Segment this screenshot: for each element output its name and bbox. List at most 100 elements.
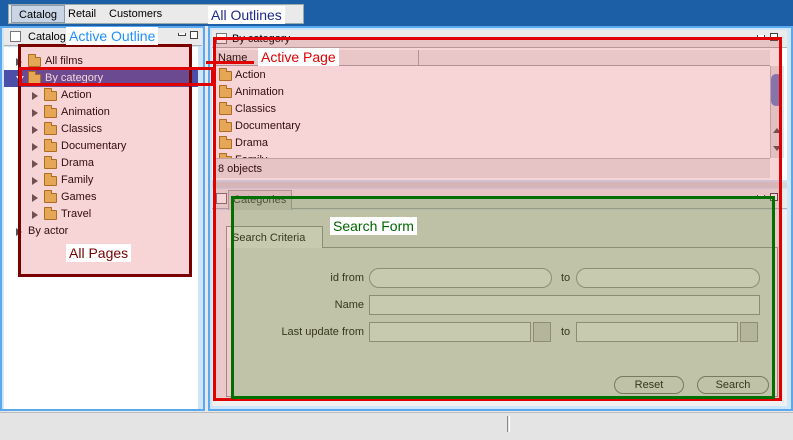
tree-item[interactable]: Games — [4, 189, 198, 206]
outline-pane-title: Catalog — [28, 31, 66, 43]
tree-item[interactable]: By category — [4, 70, 198, 87]
tab-search-criteria[interactable]: Search Criteria — [226, 226, 323, 248]
chevron-down-icon[interactable] — [16, 76, 24, 82]
all-pages-label: All Pages — [66, 244, 132, 262]
tree-item-label: Travel — [61, 208, 92, 220]
last-update-from-input[interactable] — [369, 322, 531, 342]
tree-item[interactable]: Classics — [4, 121, 198, 138]
list-item-label: Action — [235, 69, 266, 81]
folder-icon — [219, 119, 232, 132]
active-outline-label: Active Outline — [66, 27, 159, 45]
status-bar: 8 objects — [214, 158, 770, 178]
id-from-input[interactable] — [369, 268, 552, 288]
folder-icon — [219, 136, 232, 149]
column-separator[interactable] — [418, 50, 419, 66]
minimize-icon[interactable] — [757, 195, 765, 198]
chevron-right-icon[interactable] — [32, 109, 38, 117]
chevron-right-icon[interactable] — [32, 177, 38, 185]
calendar-icon[interactable] — [740, 322, 758, 342]
chevron-right-icon[interactable] — [32, 143, 38, 151]
maximize-icon[interactable] — [770, 33, 778, 41]
minimize-icon[interactable] — [757, 35, 765, 38]
list-item[interactable]: Action — [214, 67, 770, 84]
id-to-label: to — [561, 272, 571, 284]
folder-icon — [219, 68, 232, 81]
navigation-tree[interactable]: All films By category Action Animation Class… — [4, 47, 198, 409]
tree-item[interactable]: Travel — [4, 206, 198, 223]
tree-item-label: Drama — [61, 157, 95, 169]
list-item[interactable]: Documentary — [214, 118, 770, 135]
tree-item-label: Family — [61, 174, 94, 186]
folder-icon — [44, 88, 57, 101]
search-form-label: Search Form — [330, 217, 417, 235]
list-item-label: Documentary — [235, 120, 301, 132]
last-update-from-label: Last update from — [281, 326, 364, 338]
maximize-icon[interactable] — [190, 31, 198, 39]
tree-item[interactable]: Family — [4, 172, 198, 189]
list-item[interactable]: Animation — [214, 84, 770, 101]
window-icon — [216, 193, 227, 204]
scroll-thumb[interactable] — [771, 74, 782, 106]
tree-item-label: All films — [45, 55, 83, 67]
folder-icon — [44, 190, 57, 203]
folder-icon — [44, 139, 57, 152]
tab-retail[interactable]: Retail — [68, 5, 96, 23]
column-header-name: Name — [218, 52, 248, 64]
window-icon — [10, 31, 21, 42]
id-to-input[interactable] — [576, 268, 760, 288]
tab-catalog[interactable]: Catalog — [11, 5, 65, 23]
tree-item[interactable]: By actor — [4, 223, 198, 240]
tree-item[interactable]: Animation — [4, 104, 198, 121]
maximize-icon[interactable] — [770, 193, 778, 201]
list-panel-title: By category — [232, 33, 291, 45]
folder-icon — [44, 207, 57, 220]
list-item[interactable]: Drama — [214, 135, 770, 152]
calendar-icon[interactable] — [533, 322, 551, 342]
tree-item[interactable]: Action — [4, 87, 198, 104]
id-from-label: id from — [330, 272, 364, 284]
folder-icon — [44, 105, 57, 118]
folder-icon — [28, 71, 41, 84]
reset-button[interactable]: Reset — [614, 376, 684, 394]
folder-icon — [44, 156, 57, 169]
tree-item-label: By actor — [28, 225, 69, 237]
folder-icon — [44, 173, 57, 186]
tree-item[interactable]: All films — [4, 53, 198, 70]
minimize-icon[interactable] — [178, 33, 186, 36]
name-input[interactable] — [369, 295, 760, 315]
tree-item[interactable]: Drama — [4, 155, 198, 172]
tree-item-label: Games — [61, 191, 97, 203]
tree-item-label: By category — [45, 72, 104, 84]
tab-categories[interactable]: Categories — [228, 190, 292, 210]
list-item-label: Classics — [235, 103, 276, 115]
chevron-right-icon[interactable] — [32, 126, 38, 134]
tree-item-label: Documentary — [61, 140, 127, 152]
tree-item[interactable]: Documentary — [4, 138, 198, 155]
chevron-right-icon[interactable] — [32, 194, 38, 202]
last-update-to-input[interactable] — [576, 322, 738, 342]
folder-icon — [28, 54, 41, 67]
list-item-label: Animation — [235, 86, 284, 98]
all-outlines-label: All Outlines — [208, 6, 285, 24]
last-update-to-label: to — [561, 326, 571, 338]
bottom-status-bar — [0, 412, 793, 440]
split-divider[interactable] — [212, 182, 787, 188]
object-count: 8 objects — [218, 163, 263, 175]
active-page-label: Active Page — [258, 48, 339, 66]
list-item[interactable]: Classics — [214, 101, 770, 118]
categories-panel-header — [212, 189, 787, 209]
scroll-up-icon[interactable] — [773, 128, 781, 133]
scroll-down-icon[interactable] — [773, 146, 781, 151]
folder-icon — [219, 85, 232, 98]
chevron-right-icon[interactable] — [16, 58, 22, 66]
chevron-right-icon[interactable] — [32, 92, 38, 100]
tab-customers[interactable]: Customers — [109, 5, 162, 23]
chevron-right-icon[interactable] — [32, 211, 38, 219]
search-button[interactable]: Search — [697, 376, 769, 394]
chevron-right-icon[interactable] — [32, 160, 38, 168]
tree-item-label: Classics — [61, 123, 102, 135]
resize-grip[interactable] — [507, 416, 510, 432]
tree-item-label: Action — [61, 89, 92, 101]
tree-item-label: Animation — [61, 106, 110, 118]
chevron-right-icon[interactable] — [16, 228, 22, 236]
